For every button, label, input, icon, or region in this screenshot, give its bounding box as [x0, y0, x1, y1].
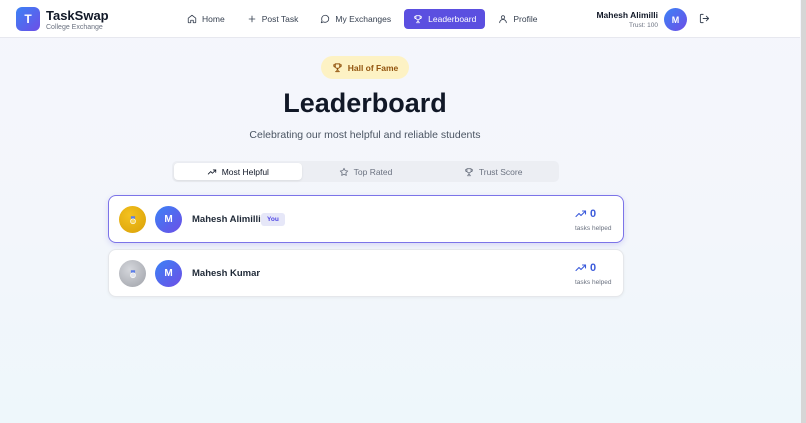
logout-icon[interactable] [699, 13, 710, 24]
nav-my-exchanges[interactable]: My Exchanges [311, 9, 400, 29]
current-user-trust: Trust: 100 [628, 22, 658, 29]
trending-up-icon [575, 264, 587, 272]
you-badge: You [261, 213, 285, 226]
trophy-icon [414, 15, 422, 24]
trending-up-icon [207, 169, 216, 174]
avatar-letter: M [671, 14, 680, 25]
current-user-name: Mahesh Alimilli [596, 10, 658, 20]
brand-subtitle: College Exchange [46, 24, 103, 31]
tasks-helped-label: tasks helped [575, 225, 612, 232]
leaderboard-row[interactable]: M Mahesh Alimilli You 0 tasks helped [108, 195, 624, 243]
brand-name[interactable]: TaskSwap [46, 8, 109, 23]
leaderboard-row[interactable]: M Mahesh Kumar 0 tasks helped [108, 249, 624, 297]
student-name: Mahesh Kumar [192, 268, 261, 279]
tasks-helped-value: 0 [575, 208, 596, 220]
main-nav: Home Post Task My Exchanges Leaderboard … [178, 9, 546, 29]
trophy-icon [465, 167, 473, 176]
tab-top-rated-label: Top Rated [353, 166, 393, 177]
nav-home-label: Home [202, 14, 225, 24]
trending-up-icon [575, 210, 587, 218]
nav-home[interactable]: Home [178, 9, 234, 29]
plus-icon [248, 15, 256, 23]
logo-letter: T [24, 12, 32, 26]
tab-top-rated[interactable]: Top Rated [302, 163, 430, 180]
nav-profile-label: Profile [513, 14, 538, 24]
avatar: M [155, 260, 182, 287]
medal-icon [129, 269, 136, 278]
nav-leaderboard[interactable]: Leaderboard [404, 9, 486, 29]
tasks-helped-number: 0 [590, 262, 597, 274]
user-icon [499, 15, 508, 24]
tab-trust-score[interactable]: Trust Score [429, 163, 557, 180]
student-name: Mahesh Alimilli [192, 214, 261, 225]
leaderboard-tabs: Most Helpful Top Rated Trust Score [172, 161, 559, 182]
page-title: Leaderboard [283, 88, 447, 118]
page-scrollbar[interactable] [801, 0, 806, 423]
nav-profile[interactable]: Profile [489, 9, 546, 29]
badge-label: Hall of Fame [347, 62, 399, 73]
tab-most-helpful-label: Most Helpful [221, 166, 269, 177]
hall-of-fame-badge: Hall of Fame [321, 56, 409, 79]
page-subtitle: Celebrating our most helpful and reliabl… [249, 129, 481, 141]
nav-my-exchanges-label: My Exchanges [335, 14, 392, 24]
star-icon [339, 167, 348, 176]
app-logo[interactable]: T [16, 7, 40, 31]
tasks-helped-label: tasks helped [575, 279, 612, 286]
top-navigation-bar: T TaskSwap College Exchange Home Post Ta… [0, 0, 800, 38]
avatar-letter: M [164, 268, 173, 279]
tab-trust-score-label: Trust Score [478, 166, 523, 177]
tasks-helped-number: 0 [590, 208, 597, 220]
tasks-helped-value: 0 [575, 262, 596, 274]
trophy-icon [333, 63, 342, 73]
current-user-avatar[interactable]: M [664, 8, 687, 31]
nav-leaderboard-label: Leaderboard [428, 14, 477, 24]
home-icon [187, 14, 197, 24]
avatar-letter: M [164, 214, 173, 225]
silver-medal [119, 260, 146, 287]
tab-most-helpful[interactable]: Most Helpful [174, 163, 302, 180]
nav-post-task-label: Post Task [261, 14, 299, 24]
medal-icon [129, 215, 136, 224]
nav-post-task[interactable]: Post Task [238, 9, 308, 29]
chat-bubble-icon [321, 14, 330, 24]
gold-medal [119, 206, 146, 233]
avatar: M [155, 206, 182, 233]
